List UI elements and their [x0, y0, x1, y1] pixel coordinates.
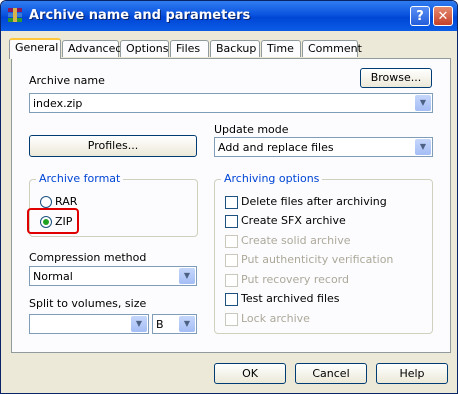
- general-panel: Archive name Browse... index.zip ▼ Profi…: [11, 58, 451, 353]
- help-button[interactable]: Help: [376, 363, 448, 384]
- archiving-options-group: Archiving options Delete files after arc…: [214, 172, 433, 334]
- profiles-button[interactable]: Profiles...: [29, 135, 197, 157]
- lock-archive-checkbox: [225, 313, 238, 326]
- cancel-button[interactable]: Cancel: [295, 363, 367, 384]
- authenticity-checkbox: [225, 254, 238, 267]
- rar-label: RAR: [55, 195, 78, 208]
- tab-time[interactable]: Time: [261, 40, 301, 57]
- chevron-down-icon[interactable]: ▼: [131, 316, 147, 332]
- browse-button[interactable]: Browse...: [360, 68, 432, 88]
- chevron-down-icon[interactable]: ▼: [415, 139, 431, 155]
- close-button[interactable]: ✕: [433, 6, 453, 26]
- recovery-record-label: Put recovery record: [241, 273, 349, 286]
- archive-name-value: index.zip: [33, 97, 83, 110]
- split-unit-select[interactable]: B ▼: [152, 314, 197, 334]
- tab-advanced[interactable]: Advanced: [62, 40, 122, 57]
- test-files-label: Test archived files: [241, 292, 340, 305]
- update-mode-label: Update mode: [214, 123, 289, 136]
- create-sfx-label: Create SFX archive: [241, 214, 346, 227]
- authenticity-label: Put authenticity verification: [241, 253, 394, 266]
- archive-name-label: Archive name: [29, 74, 105, 87]
- title-bar[interactable]: Archive name and parameters ? ✕: [1, 1, 457, 31]
- split-label: Split to volumes, size: [29, 297, 147, 310]
- tab-comment[interactable]: Comment: [302, 40, 362, 57]
- update-mode-value: Add and replace files: [218, 141, 334, 154]
- tab-backup[interactable]: Backup: [210, 40, 260, 57]
- archive-format-title: Archive format: [36, 172, 124, 185]
- create-solid-label: Create solid archive: [241, 234, 351, 247]
- help-title-button[interactable]: ?: [410, 6, 430, 26]
- compression-label: Compression method: [29, 251, 147, 264]
- chevron-down-icon[interactable]: ▼: [179, 268, 195, 284]
- update-mode-select[interactable]: Add and replace files ▼: [214, 137, 433, 157]
- archiving-options-title: Archiving options: [221, 172, 323, 185]
- zip-highlight-box: [27, 208, 79, 234]
- delete-files-label: Delete files after archiving: [241, 195, 387, 208]
- compression-select[interactable]: Normal ▼: [29, 266, 197, 286]
- tab-files[interactable]: Files: [170, 40, 209, 57]
- chevron-down-icon[interactable]: ▼: [415, 95, 431, 111]
- tab-options[interactable]: Options: [120, 40, 169, 57]
- delete-files-checkbox[interactable]: [225, 196, 238, 209]
- archive-name-combo[interactable]: index.zip ▼: [29, 93, 433, 113]
- recovery-record-checkbox: [225, 274, 238, 287]
- test-files-checkbox[interactable]: [225, 293, 238, 306]
- tab-general[interactable]: General: [9, 38, 61, 59]
- ok-button[interactable]: OK: [214, 363, 286, 384]
- create-solid-checkbox: [225, 235, 238, 248]
- split-size-combo[interactable]: ▼: [29, 314, 149, 334]
- create-sfx-checkbox[interactable]: [225, 215, 238, 228]
- chevron-down-icon[interactable]: ▼: [179, 316, 195, 332]
- split-unit-value: B: [156, 318, 164, 331]
- lock-archive-label: Lock archive: [241, 312, 310, 325]
- compression-value: Normal: [33, 270, 73, 283]
- winrar-icon: [8, 8, 22, 22]
- dialog-window: Archive name and parameters ? ✕ General …: [0, 0, 458, 394]
- window-title: Archive name and parameters: [29, 8, 251, 23]
- rar-radio[interactable]: [40, 196, 52, 208]
